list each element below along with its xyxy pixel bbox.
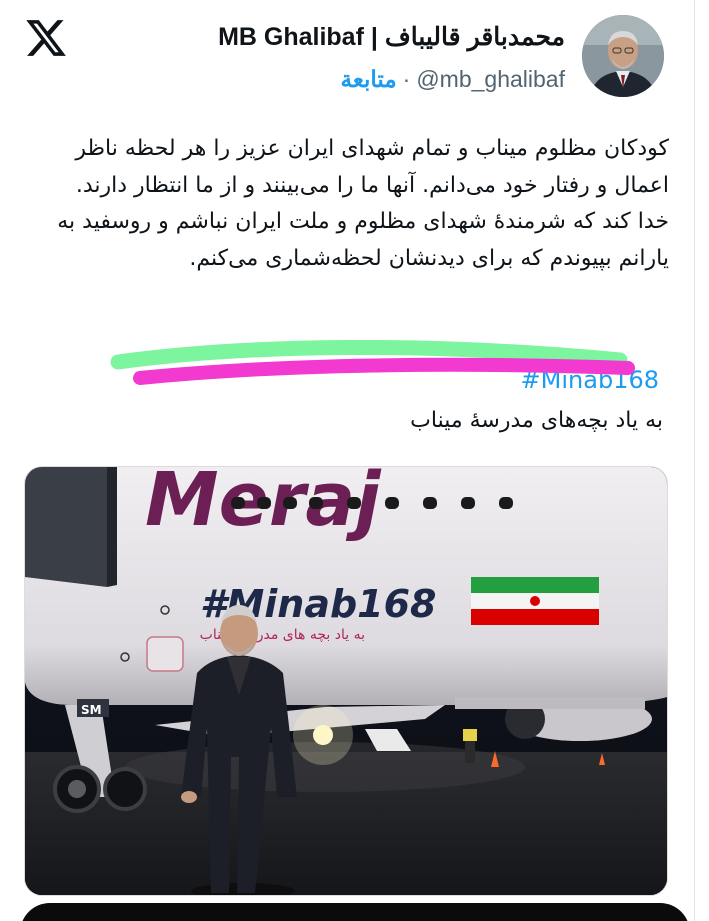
tweet-caption: به یاد بچه‌های مدرسهٔ میناب bbox=[410, 408, 663, 433]
tweet-paragraph: کودکان مظلوم میناب و تمام شهدای ایران عز… bbox=[75, 136, 669, 198]
handle-row: متابعة · @mb_ghalibaf bbox=[341, 66, 565, 93]
divider bbox=[694, 0, 695, 921]
user-handle[interactable]: @mb_ghalibaf bbox=[416, 66, 565, 92]
follow-button[interactable]: متابعة bbox=[341, 66, 397, 92]
separator-dot: · bbox=[402, 66, 411, 92]
tweet-text: کودکان مظلوم میناب و تمام شهدای ایران عز… bbox=[23, 131, 669, 277]
bottom-action-bar[interactable] bbox=[20, 903, 690, 921]
avatar[interactable] bbox=[582, 15, 664, 97]
iran-flag-icon bbox=[471, 577, 599, 625]
tweet-photo[interactable]: Meraj #Minab168 به یاد بچه های مدرسه مین… bbox=[24, 466, 668, 896]
tweet-paragraph: خدا کند که شرمندهٔ شهدای مظلوم و ملت ایر… bbox=[57, 209, 669, 271]
avatar-portrait bbox=[582, 15, 664, 97]
magenta-scribble-stroke bbox=[133, 357, 635, 385]
redaction-scribble bbox=[110, 340, 635, 385]
gear-marking-text: SM bbox=[81, 703, 102, 717]
aircraft-photo: Meraj #Minab168 به یاد بچه های مدرسه مین… bbox=[25, 467, 667, 895]
tweet-screen: MB Ghalibaf | محمدباقر قالیباف متابعة · @m… bbox=[0, 0, 709, 921]
display-name[interactable]: MB Ghalibaf | محمدباقر قالیباف bbox=[218, 22, 565, 52]
x-logo-icon[interactable] bbox=[24, 16, 68, 60]
